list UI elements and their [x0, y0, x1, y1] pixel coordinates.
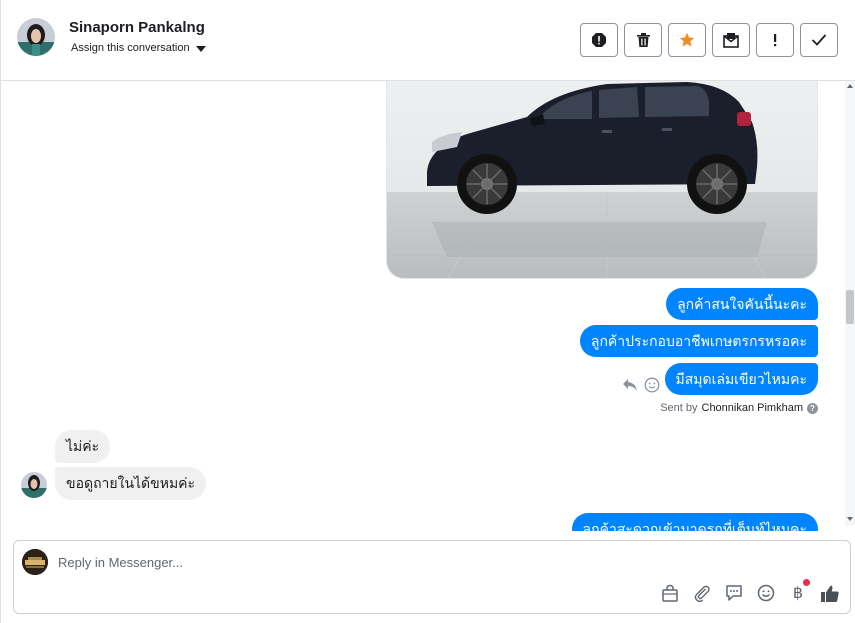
sent-by-prefix: Sent by	[660, 402, 698, 414]
scrollbar-thumb[interactable]	[846, 290, 854, 324]
emoji-button[interactable]	[756, 583, 776, 603]
assign-conversation-dropdown[interactable]: Assign this conversation	[71, 42, 206, 54]
react-emoji-icon[interactable]	[644, 377, 660, 393]
mark-spam-button[interactable]	[580, 23, 618, 57]
help-icon[interactable]: ?	[807, 402, 818, 414]
message-thread[interactable]: ลูกค้าสนใจคันนี้นะคะ ลูกค้าประกอบอาชีพเก…	[1, 81, 846, 531]
reply-icon[interactable]	[622, 378, 638, 392]
saved-replies-button[interactable]	[724, 583, 744, 603]
outgoing-message[interactable]: ลูกค้าสนใจคันนี้นะคะ	[666, 288, 818, 320]
incoming-message[interactable]: ขอดูถายในได้ขหมค่ะ	[55, 467, 207, 500]
mark-done-button[interactable]	[800, 23, 838, 57]
composer-tools: ฿	[660, 579, 840, 603]
scroll-down-arrow-icon[interactable]	[847, 517, 853, 521]
shop-button[interactable]	[660, 583, 680, 603]
mark-unread-button[interactable]	[712, 23, 750, 57]
delete-button[interactable]	[624, 23, 662, 57]
follow-up-icon	[774, 34, 777, 47]
emoji-icon	[757, 584, 775, 602]
star-button[interactable]	[668, 23, 706, 57]
payment-button[interactable]: ฿	[788, 579, 810, 603]
like-icon	[821, 585, 839, 602]
spam-icon	[592, 33, 606, 47]
done-icon	[811, 34, 827, 46]
conversation-actions	[580, 23, 838, 57]
notification-dot	[803, 579, 810, 586]
reply-composer: ฿	[13, 540, 851, 614]
conversation-header: Sinaporn Pankalng Assign this conversati…	[1, 0, 855, 81]
send-like-button[interactable]	[820, 583, 840, 603]
sent-by-info: Sent by Chonnikan Pimkham ?	[660, 402, 818, 414]
incoming-message[interactable]: ไม่ค่ะ	[55, 430, 111, 463]
page-avatar	[22, 549, 48, 575]
contact-avatar-small	[21, 472, 47, 498]
contact-avatar[interactable]	[17, 18, 55, 56]
reply-input[interactable]	[58, 551, 658, 573]
saved-reply-icon	[726, 585, 742, 601]
outgoing-message[interactable]: ลูกค้าประกอบอาชีพเกษตรกรหรอคะ	[579, 325, 818, 357]
shopping-bag-icon	[662, 584, 678, 602]
scroll-up-arrow-icon[interactable]	[847, 84, 853, 88]
follow-up-button[interactable]	[756, 23, 794, 57]
message-actions	[622, 377, 660, 393]
star-icon	[679, 32, 695, 47]
attachment-icon	[694, 585, 710, 602]
payment-icon: ฿	[792, 585, 804, 602]
trash-icon	[636, 33, 650, 47]
attach-file-button[interactable]	[692, 583, 712, 603]
contact-name[interactable]: Sinaporn Pankalng	[69, 19, 205, 36]
mark-unread-icon	[723, 33, 739, 48]
messenger-conversation-panel: Sinaporn Pankalng Assign this conversati…	[0, 0, 855, 623]
sender-name: Chonnikan Pimkham	[701, 402, 804, 414]
outgoing-message[interactable]: ลูกค้าสะดวกเข้ามาดูรถที่เต็นท์ไหมคะ	[571, 513, 818, 531]
assign-label: Assign this conversation	[71, 42, 190, 54]
car-photo-attachment[interactable]	[386, 81, 818, 279]
caret-down-icon	[195, 45, 206, 52]
outgoing-message[interactable]: มีสมุดเล่มเขียวไหมคะ	[664, 363, 818, 395]
